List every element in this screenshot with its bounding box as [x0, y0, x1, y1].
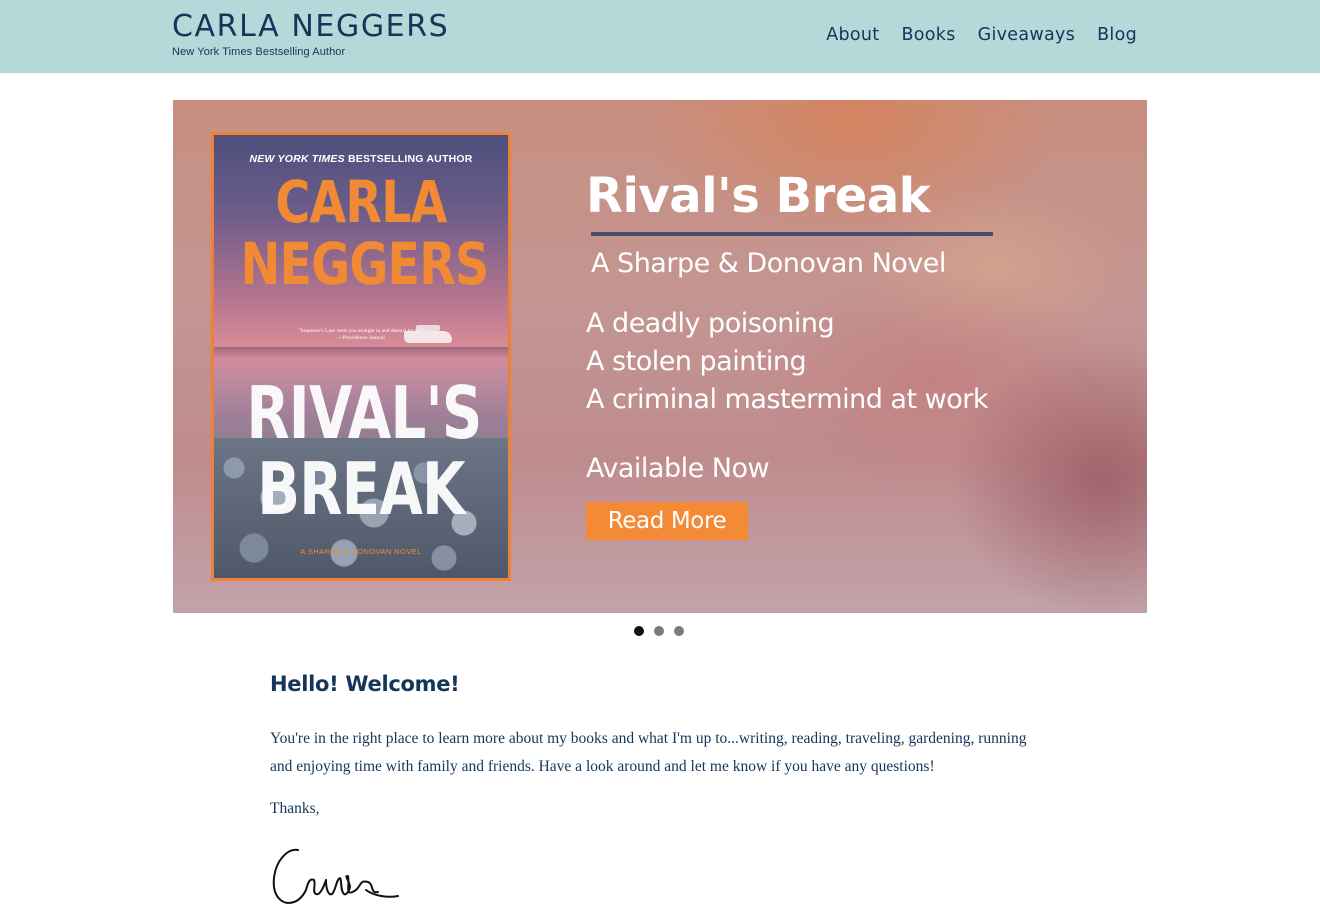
book-cover[interactable]: NEW YORK TIMES BESTSELLING AUTHOR CARLA … [211, 132, 511, 581]
main-nav: About Books Giveaways Blog [826, 25, 1137, 45]
site-logo[interactable]: CARLA NEGGERS [172, 11, 449, 43]
signature-image [270, 840, 410, 915]
tagline-1: A deadly poisoning [586, 308, 835, 339]
welcome-signoff: Thanks, [270, 800, 320, 817]
site-tagline: New York Times Bestselling Author [172, 46, 346, 58]
availability-text: Available Now [586, 453, 770, 484]
nav-about[interactable]: About [826, 25, 879, 45]
cover-series: A SHARPE & DONOVAN NOVEL [300, 547, 422, 556]
slide-taglines: A deadly poisoning A stolen painting A c… [586, 305, 993, 419]
slide-title: Rival's Break [586, 168, 931, 224]
book-cover-art: NEW YORK TIMES BESTSELLING AUTHOR CARLA … [214, 135, 508, 578]
welcome-heading: Hello! Welcome! [270, 672, 460, 696]
welcome-intro: You're in the right place to learn more … [270, 730, 1027, 775]
nav-giveaways[interactable]: Giveaways [978, 25, 1075, 45]
hero-slider[interactable]: NEW YORK TIMES BESTSELLING AUTHOR CARLA … [173, 100, 1147, 613]
nav-blog[interactable]: Blog [1097, 25, 1137, 45]
slide-dot-1[interactable] [634, 626, 644, 636]
slider-pagination [634, 626, 684, 636]
read-more-button[interactable]: Read More [586, 502, 748, 540]
cover-quote: "Impostor's Lure reels you straight in a… [298, 328, 424, 341]
brand[interactable]: CARLA NEGGERS New York Times Bestselling… [172, 11, 449, 59]
slide-subtitle: A Sharpe & Donovan Novel [591, 248, 946, 279]
title-rule [591, 232, 993, 236]
tagline-3: A criminal mastermind at work [586, 384, 988, 415]
site-header: CARLA NEGGERS New York Times Bestselling… [0, 0, 1320, 73]
slide-dot-2[interactable] [654, 626, 664, 636]
welcome-section: Hello! Welcome! You're in the right plac… [270, 672, 1050, 823]
cover-kicker: NEW YORK TIMES BESTSELLING AUTHOR [249, 153, 473, 165]
signature-icon [272, 848, 399, 904]
nav-books[interactable]: Books [901, 25, 955, 45]
slide-dot-3[interactable] [674, 626, 684, 636]
slide-copy: Rival's Break A Sharpe & Donovan Novel A… [586, 168, 993, 540]
tagline-2: A stolen painting [586, 346, 807, 377]
cover-title: RIVAL'S BREAK [246, 371, 482, 531]
cover-author: CARLA NEGGERS [240, 168, 489, 298]
